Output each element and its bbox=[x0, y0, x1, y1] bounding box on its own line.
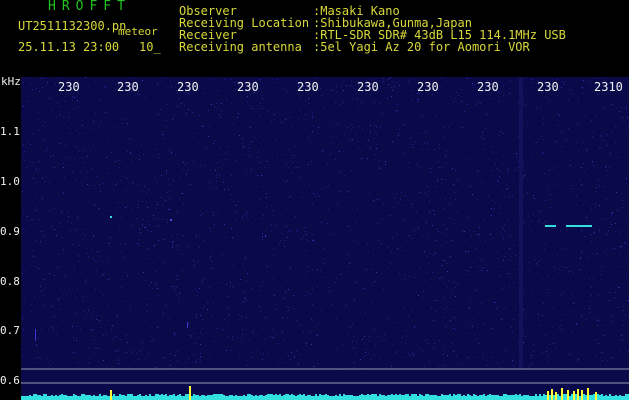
hrofft-window: HROFFT UT2511132300.pn meteor 25.11.13 2… bbox=[0, 0, 629, 400]
x-tick-2: 230 bbox=[117, 80, 139, 94]
x-tick-9: 230 bbox=[537, 80, 559, 94]
meteor-dot bbox=[187, 322, 188, 328]
meteor-marker bbox=[587, 388, 589, 400]
y-tick-0-7: 0.7 bbox=[0, 324, 20, 337]
y-tick-0-9: 0.9 bbox=[0, 225, 20, 238]
y-tick-0-6: 0.6 bbox=[0, 374, 20, 387]
spectrogram-background bbox=[21, 77, 629, 400]
meteor-marker bbox=[551, 389, 553, 400]
meteor-marker bbox=[595, 392, 597, 400]
spectrogram-plot bbox=[21, 77, 629, 400]
meteor-dot bbox=[110, 216, 112, 218]
capture-datetime: 25.11.13 23:00 bbox=[18, 40, 120, 54]
meteor-marker bbox=[110, 390, 112, 400]
interference-stripe bbox=[519, 77, 523, 370]
file-name: UT2511132300.pn bbox=[18, 19, 127, 33]
meteor-marker bbox=[189, 386, 191, 400]
x-tick-4: 230 bbox=[237, 80, 259, 94]
meteor-marker bbox=[561, 388, 563, 400]
x-tick-8: 230 bbox=[477, 80, 499, 94]
meteor-marker bbox=[573, 391, 575, 400]
x-tick-10: 2310 bbox=[594, 80, 623, 94]
meteor-marker bbox=[567, 390, 569, 400]
x-tick-1: 230 bbox=[58, 80, 80, 94]
meteor-label: meteor bbox=[118, 25, 158, 38]
y-tick-0-8: 0.8 bbox=[0, 275, 20, 288]
y-tick-1-0: 1.0 bbox=[0, 175, 20, 188]
meteor-marker bbox=[547, 391, 549, 400]
x-tick-6: 230 bbox=[357, 80, 379, 94]
meteor-trace bbox=[545, 225, 556, 227]
meteor-count: 10_ bbox=[139, 40, 161, 54]
x-tick-3: 230 bbox=[177, 80, 199, 94]
meteor-marker bbox=[577, 389, 579, 400]
meteor-marker bbox=[555, 392, 557, 400]
spectrogram-canvas bbox=[21, 77, 629, 400]
antenna-value: :5el Yagi Az 20 for Aomori VOR bbox=[313, 40, 530, 54]
x-tick-7: 230 bbox=[417, 80, 439, 94]
meteor-trace bbox=[566, 225, 592, 227]
y-axis-unit: kHz bbox=[1, 75, 21, 88]
meteor-dot bbox=[35, 329, 36, 341]
program-title: HROFFT bbox=[48, 0, 131, 14]
x-tick-5: 230 bbox=[297, 80, 319, 94]
meteor-marker bbox=[581, 390, 583, 400]
y-tick-1-1: 1.1 bbox=[0, 125, 20, 138]
meteor-dot bbox=[170, 219, 172, 221]
antenna-label: Receiving antenna bbox=[179, 40, 302, 54]
